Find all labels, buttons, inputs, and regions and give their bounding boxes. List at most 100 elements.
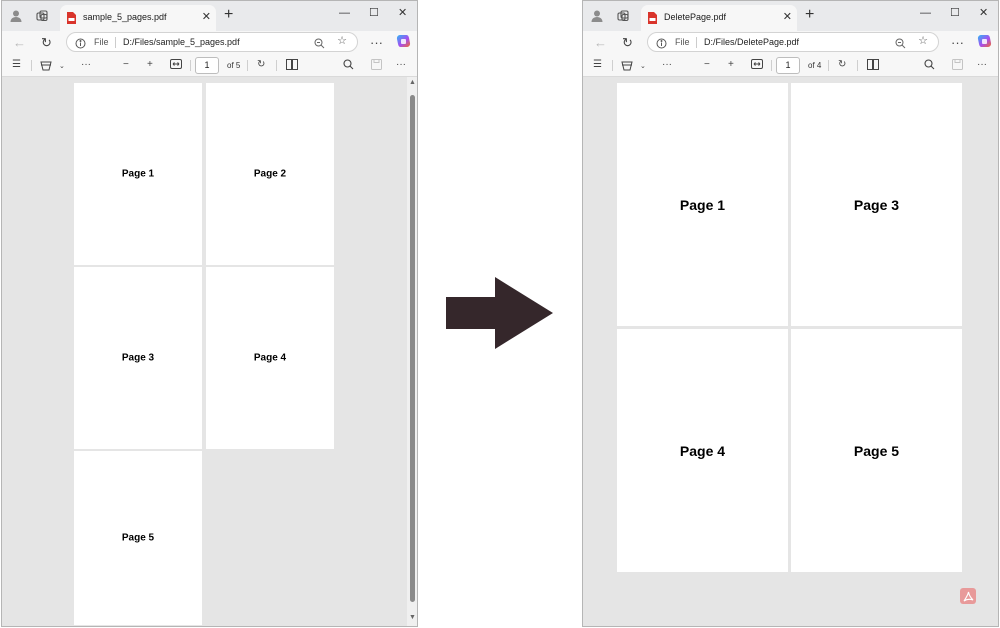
page-view-icon[interactable] xyxy=(867,59,879,74)
toolbar-divider xyxy=(190,60,191,71)
pdf-page: Page 5 xyxy=(791,329,962,572)
vertical-scrollbar[interactable]: ▲ ▼ xyxy=(407,77,417,626)
chevron-down-icon[interactable]: ⌄ xyxy=(59,61,65,73)
file-scheme-label: File xyxy=(675,37,690,47)
scroll-up-icon[interactable]: ▲ xyxy=(409,79,416,87)
more-tools-icon[interactable]: ··· xyxy=(81,59,91,71)
page-count: of 5 xyxy=(227,61,241,70)
workspaces-icon[interactable] xyxy=(34,8,50,24)
more-tools-icon[interactable]: ··· xyxy=(662,59,672,71)
fit-page-icon[interactable] xyxy=(170,59,182,73)
zoom-plus-icon[interactable]: + xyxy=(147,59,153,71)
close-tab-icon[interactable]: ✕ xyxy=(202,11,211,23)
page-view-icon[interactable] xyxy=(286,59,298,74)
new-tab-icon[interactable]: + xyxy=(224,6,233,24)
new-tab-icon[interactable]: + xyxy=(805,6,814,24)
rotate-icon[interactable]: ↻ xyxy=(257,59,265,71)
maximize-icon[interactable]: ☐ xyxy=(950,6,960,20)
zoom-minus-icon[interactable]: − xyxy=(704,59,710,71)
page-label: Page 1 xyxy=(121,168,155,180)
pdf-page: Page 4 xyxy=(617,329,788,572)
page-label: Page 3 xyxy=(121,352,155,364)
address-bar: ← ↻ File D:/Files/DeletePage.pdf ☆ ··· xyxy=(583,31,998,55)
zoom-plus-icon[interactable]: + xyxy=(728,59,734,71)
page-label: Page 2 xyxy=(253,168,287,180)
more-icon[interactable]: ··· xyxy=(951,35,964,50)
pdf-page: Page 3 xyxy=(791,83,962,326)
chevron-down-icon[interactable]: ⌄ xyxy=(640,61,646,73)
info-icon[interactable] xyxy=(75,36,86,54)
right-browser-window: DeletePage.pdf ✕ + — ☐ ✕ ← ↻ File D:/Fil… xyxy=(582,0,999,627)
contents-icon[interactable]: ☰ xyxy=(593,59,602,71)
pdf-file-icon xyxy=(647,11,658,29)
toolbar-divider xyxy=(828,60,829,71)
favorite-star-icon[interactable]: ☆ xyxy=(918,35,928,48)
search-icon[interactable] xyxy=(343,59,354,74)
zoom-out-magnifier-icon[interactable] xyxy=(314,36,325,54)
workspaces-icon[interactable] xyxy=(615,8,631,24)
toolbar-divider xyxy=(771,60,772,71)
scroll-down-icon[interactable]: ▼ xyxy=(409,614,416,622)
scrollbar-thumb[interactable] xyxy=(410,95,415,602)
page-label: Page 4 xyxy=(253,352,287,364)
draw-icon[interactable] xyxy=(40,59,52,75)
close-window-icon[interactable]: ✕ xyxy=(398,6,407,20)
profile-icon[interactable] xyxy=(589,8,605,24)
close-tab-icon[interactable]: ✕ xyxy=(783,11,792,23)
more-icon[interactable]: ··· xyxy=(396,59,406,71)
save-icon[interactable] xyxy=(371,59,382,74)
url-text[interactable]: D:/Files/sample_5_pages.pdf xyxy=(123,37,240,47)
page-label: Page 5 xyxy=(853,442,900,459)
file-scheme-label: File xyxy=(94,37,109,47)
page-label: Page 3 xyxy=(853,196,900,213)
toolbar-divider xyxy=(857,60,858,71)
contents-icon[interactable]: ☰ xyxy=(12,59,21,71)
zoom-out-magnifier-icon[interactable] xyxy=(895,36,906,54)
url-field[interactable]: File D:/Files/DeletePage.pdf ☆ xyxy=(647,32,939,52)
tab-title: DeletePage.pdf xyxy=(664,12,727,22)
copilot-icon[interactable] xyxy=(396,34,411,52)
close-window-icon[interactable]: ✕ xyxy=(979,6,988,20)
minimize-icon[interactable]: — xyxy=(920,6,931,20)
refresh-icon[interactable]: ↻ xyxy=(41,35,52,50)
more-icon[interactable]: ··· xyxy=(977,59,987,71)
page-label: Page 4 xyxy=(679,442,726,459)
maximize-icon[interactable]: ☐ xyxy=(369,6,379,20)
favorite-star-icon[interactable]: ☆ xyxy=(337,35,347,48)
page-label: Page 5 xyxy=(121,532,155,544)
pdf-page: Page 2 xyxy=(206,83,334,265)
refresh-icon[interactable]: ↻ xyxy=(622,35,633,50)
url-text[interactable]: D:/Files/DeletePage.pdf xyxy=(704,37,799,47)
profile-icon[interactable] xyxy=(8,8,24,24)
minimize-icon[interactable]: — xyxy=(339,6,350,20)
back-icon[interactable]: ← xyxy=(594,35,607,50)
address-bar: ← ↻ File D:/Files/sample_5_pages.pdf ☆ ·… xyxy=(2,31,417,55)
pdf-toolbar: ☰ ⌄ ··· − + 1 of 5 ↻ ··· xyxy=(2,55,417,77)
toolbar-divider xyxy=(31,60,32,71)
fit-page-icon[interactable] xyxy=(751,59,763,73)
pdf-viewer: Page 1 Page 2 Page 3 Page 4 Page 5 ▲ ▼ xyxy=(2,77,417,626)
page-number-input[interactable]: 1 xyxy=(776,57,800,74)
draw-icon[interactable] xyxy=(621,59,633,75)
pdf-page: Page 4 xyxy=(206,267,334,449)
search-icon[interactable] xyxy=(924,59,935,74)
rotate-icon[interactable]: ↻ xyxy=(838,59,846,71)
url-field[interactable]: File D:/Files/sample_5_pages.pdf ☆ xyxy=(66,32,358,52)
pdf-page: Page 5 xyxy=(74,451,202,625)
more-icon[interactable]: ··· xyxy=(370,35,383,50)
active-tab[interactable]: sample_5_pages.pdf ✕ xyxy=(60,5,216,31)
right-arrow-icon xyxy=(446,277,553,349)
title-bar: sample_5_pages.pdf ✕ + — ☐ ✕ xyxy=(2,1,417,31)
pdf-page: Page 1 xyxy=(617,83,788,326)
page-number-input[interactable]: 1 xyxy=(195,57,219,74)
back-icon[interactable]: ← xyxy=(13,35,26,50)
acrobat-icon[interactable] xyxy=(960,588,976,604)
left-browser-window: sample_5_pages.pdf ✕ + — ☐ ✕ ← ↻ File D:… xyxy=(1,0,418,627)
info-icon[interactable] xyxy=(656,36,667,54)
toolbar-divider xyxy=(612,60,613,71)
active-tab[interactable]: DeletePage.pdf ✕ xyxy=(641,5,797,31)
url-divider xyxy=(115,37,116,48)
copilot-icon[interactable] xyxy=(977,34,992,52)
save-icon[interactable] xyxy=(952,59,963,74)
zoom-minus-icon[interactable]: − xyxy=(123,59,129,71)
